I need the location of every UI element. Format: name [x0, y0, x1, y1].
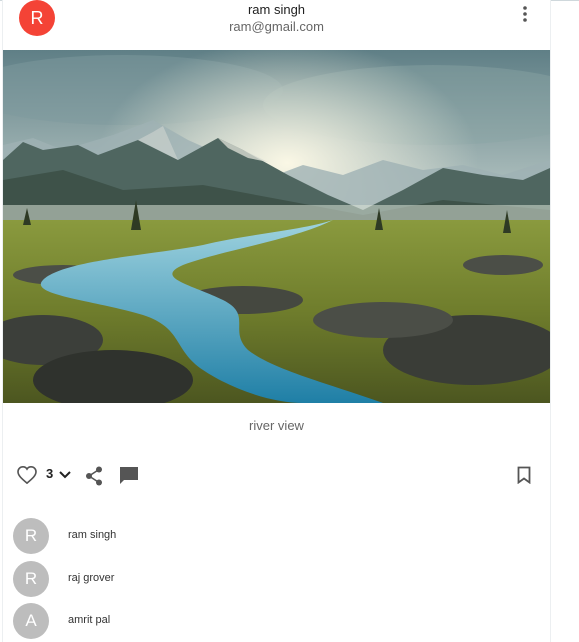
post-card: R ram singh ram@gmail.com river view 3 R…	[2, 0, 551, 642]
heart-outline-icon	[17, 466, 37, 484]
commenter-avatar[interactable]: R	[13, 561, 49, 597]
author-email: ram@gmail.com	[229, 19, 324, 34]
share-button[interactable]	[83, 465, 105, 487]
comment-icon	[120, 466, 138, 484]
commenter-name: amrit pal	[68, 614, 111, 626]
bookmark-outline-icon	[517, 466, 531, 484]
more-options-button[interactable]	[513, 4, 537, 24]
comment-item: R raj grover	[13, 561, 413, 597]
like-count: 3	[46, 466, 54, 481]
comment-item: A amrit pal	[13, 603, 413, 639]
chevron-down-icon	[59, 471, 71, 479]
commenter-avatar[interactable]: A	[13, 603, 49, 639]
commenter-avatar[interactable]: R	[13, 518, 49, 554]
share-icon	[86, 466, 102, 486]
post-caption: river view	[249, 418, 304, 433]
post-actions: 3	[3, 460, 550, 490]
more-vert-icon	[523, 6, 527, 22]
comment-item: R ram singh	[13, 518, 413, 554]
like-button[interactable]	[16, 465, 38, 485]
author-name: ram singh	[247, 2, 306, 17]
post-image[interactable]	[3, 50, 550, 403]
bookmark-button[interactable]	[513, 464, 535, 486]
comment-button[interactable]	[118, 464, 140, 486]
commenter-name: raj grover	[68, 572, 115, 584]
likes-expand-button[interactable]	[58, 468, 72, 482]
commenter-name: ram singh	[68, 529, 117, 541]
